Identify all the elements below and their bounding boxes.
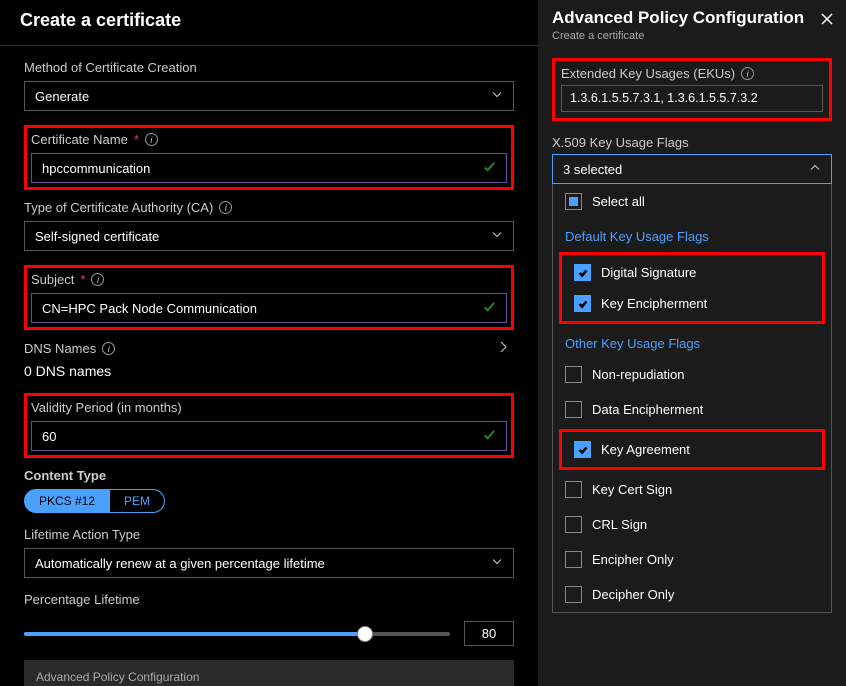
advanced-policy-row[interactable]: Advanced Policy Configuration Not config…: [24, 660, 514, 686]
flag-decipher-only[interactable]: Decipher Only: [553, 577, 831, 612]
method-value: Generate: [35, 89, 89, 104]
checkbox-checked-icon: [574, 295, 591, 312]
flag-digital-signature[interactable]: Digital Signature: [564, 257, 820, 288]
subject-label: Subject *: [31, 272, 507, 287]
kuf-label: X.509 Key Usage Flags: [552, 135, 832, 150]
info-icon[interactable]: [102, 342, 115, 355]
chevron-up-icon: [809, 162, 821, 177]
highlight-eku: Extended Key Usages (EKUs) 1.3.6.1.5.5.7…: [552, 58, 832, 121]
validity-value: 60: [42, 429, 56, 444]
chevron-down-icon: [491, 556, 503, 571]
checkbox-empty-icon: [565, 481, 582, 498]
other-flags-header: Other Key Usage Flags: [553, 326, 831, 357]
info-icon[interactable]: [91, 273, 104, 286]
dns-names-row[interactable]: DNS Names: [24, 340, 514, 359]
default-flags-header: Default Key Usage Flags: [553, 219, 831, 250]
dns-count: 0 DNS names: [24, 363, 514, 379]
cert-name-label: Certificate Name *: [31, 132, 507, 147]
required-asterisk: *: [134, 132, 139, 147]
kuf-dropdown: Select all Default Key Usage Flags Digit…: [552, 184, 832, 613]
checkbox-partial-icon: [565, 193, 582, 210]
lifetime-action-label: Lifetime Action Type: [24, 527, 514, 542]
checkbox-empty-icon: [565, 401, 582, 418]
checkbox-checked-icon: [574, 441, 591, 458]
pct-lifetime-slider[interactable]: [24, 632, 450, 636]
method-select[interactable]: Generate: [24, 81, 514, 111]
flag-non-repudiation[interactable]: Non-repudiation: [553, 357, 831, 392]
ca-select[interactable]: Self-signed certificate: [24, 221, 514, 251]
validity-input[interactable]: 60: [31, 421, 507, 451]
check-icon: [483, 160, 496, 176]
flag-key-agreement[interactable]: Key Agreement: [564, 434, 820, 465]
highlight-default-flags: Digital Signature Key Encipherment: [559, 252, 825, 324]
select-all-item[interactable]: Select all: [553, 184, 831, 219]
ca-label: Type of Certificate Authority (CA): [24, 200, 514, 215]
subject-input[interactable]: CN=HPC Pack Node Communication: [31, 293, 507, 323]
kuf-select[interactable]: 3 selected: [552, 154, 832, 184]
required-asterisk: *: [80, 272, 85, 287]
adv-label: Advanced Policy Configuration: [36, 670, 502, 684]
chevron-down-icon: [491, 89, 503, 104]
pct-lifetime-label: Percentage Lifetime: [24, 592, 514, 607]
info-icon[interactable]: [219, 201, 232, 214]
lifetime-action-select[interactable]: Automatically renew at a given percentag…: [24, 548, 514, 578]
eku-input[interactable]: 1.3.6.1.5.5.7.3.1, 1.3.6.1.5.5.7.3.2: [561, 85, 823, 112]
info-icon[interactable]: [741, 67, 754, 80]
chevron-down-icon: [491, 229, 503, 244]
checkbox-checked-icon: [574, 264, 591, 281]
highlight-key-agreement: Key Agreement: [559, 429, 825, 470]
left-panel: Create a certificate Method of Certifica…: [0, 0, 538, 686]
kuf-selected-text: 3 selected: [563, 162, 622, 177]
highlight-subject: Subject * CN=HPC Pack Node Communication: [24, 265, 514, 330]
subject-value: CN=HPC Pack Node Communication: [42, 301, 257, 316]
checkbox-empty-icon: [565, 551, 582, 568]
pct-lifetime-value[interactable]: 80: [464, 621, 514, 646]
cert-name-input[interactable]: hpccommunication: [31, 153, 507, 183]
highlight-cert-name: Certificate Name * hpccommunication: [24, 125, 514, 190]
checkbox-empty-icon: [565, 586, 582, 603]
flag-data-encipherment[interactable]: Data Encipherment: [553, 392, 831, 427]
slider-thumb[interactable]: [357, 626, 373, 642]
lifetime-action-value: Automatically renew at a given percentag…: [35, 556, 325, 571]
info-icon[interactable]: [145, 133, 158, 146]
method-label: Method of Certificate Creation: [24, 60, 514, 75]
content-type-label: Content Type: [24, 468, 514, 483]
ca-value: Self-signed certificate: [35, 229, 159, 244]
right-panel: Advanced Policy Configuration Create a c…: [538, 0, 846, 686]
highlight-validity: Validity Period (in months) 60: [24, 393, 514, 458]
close-icon[interactable]: [820, 12, 834, 29]
flag-key-cert-sign[interactable]: Key Cert Sign: [553, 472, 831, 507]
checkbox-empty-icon: [565, 366, 582, 383]
content-type-toggle: PKCS #12 PEM: [24, 489, 514, 513]
chevron-right-icon: [496, 340, 510, 357]
select-all-label: Select all: [592, 194, 645, 209]
content-type-pem-button[interactable]: PEM: [110, 489, 165, 513]
flag-key-encipherment[interactable]: Key Encipherment: [564, 288, 820, 319]
flag-crl-sign[interactable]: CRL Sign: [553, 507, 831, 542]
right-subtitle: Create a certificate: [552, 30, 832, 42]
check-icon: [483, 300, 496, 316]
right-title: Advanced Policy Configuration: [552, 8, 832, 28]
cert-name-value: hpccommunication: [42, 161, 150, 176]
validity-label: Validity Period (in months): [31, 400, 507, 415]
eku-label: Extended Key Usages (EKUs): [561, 66, 823, 81]
content-type-pkcs-button[interactable]: PKCS #12: [24, 489, 110, 513]
eku-value: 1.3.6.1.5.5.7.3.1, 1.3.6.1.5.5.7.3.2: [570, 91, 758, 105]
flag-encipher-only[interactable]: Encipher Only: [553, 542, 831, 577]
dns-label: DNS Names: [24, 341, 115, 356]
check-icon: [483, 428, 496, 444]
checkbox-empty-icon: [565, 516, 582, 533]
page-title: Create a certificate: [20, 10, 518, 31]
